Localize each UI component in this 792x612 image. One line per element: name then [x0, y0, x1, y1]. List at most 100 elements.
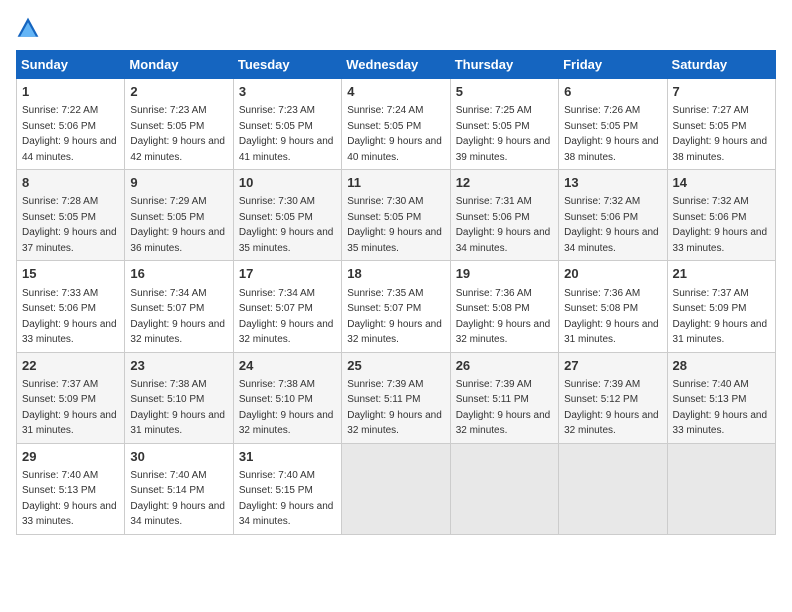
header-friday: Friday [559, 51, 667, 79]
day-detail: Sunrise: 7:23 AMSunset: 5:05 PMDaylight:… [130, 105, 225, 163]
day-detail: Sunrise: 7:37 AMSunset: 5:09 PMDaylight:… [673, 288, 768, 346]
calendar-cell: 20 Sunrise: 7:36 AMSunset: 5:08 PMDayligh… [559, 261, 667, 352]
calendar-cell: 7 Sunrise: 7:27 AMSunset: 5:05 PMDaylight… [667, 79, 775, 170]
day-number: 11 [347, 174, 444, 192]
day-detail: Sunrise: 7:29 AMSunset: 5:05 PMDaylight:… [130, 196, 225, 254]
calendar-cell: 2Sunrise: 7:23 AMSunset: 5:05 PMDaylight… [125, 79, 233, 170]
day-detail: Sunrise: 7:40 AMSunset: 5:15 PMDaylight:… [239, 470, 334, 528]
calendar-cell [450, 443, 558, 534]
day-number: 14 [673, 174, 770, 192]
day-detail: Sunrise: 7:35 AMSunset: 5:07 PMDaylight:… [347, 288, 442, 346]
calendar-cell: 13 Sunrise: 7:32 AMSunset: 5:06 PMDayligh… [559, 170, 667, 261]
day-detail: Sunrise: 7:40 AMSunset: 5:13 PMDaylight:… [673, 379, 768, 437]
calendar-cell: 30 Sunrise: 7:40 AMSunset: 5:14 PMDayligh… [125, 443, 233, 534]
day-number: 16 [130, 265, 227, 283]
calendar-cell: 22 Sunrise: 7:37 AMSunset: 5:09 PMDayligh… [17, 352, 125, 443]
day-number: 26 [456, 357, 553, 375]
day-number: 18 [347, 265, 444, 283]
day-number: 1 [22, 83, 119, 101]
day-detail: Sunrise: 7:36 AMSunset: 5:08 PMDaylight:… [564, 288, 659, 346]
header-wednesday: Wednesday [342, 51, 450, 79]
day-detail: Sunrise: 7:30 AMSunset: 5:05 PMDaylight:… [239, 196, 334, 254]
calendar-row: 22 Sunrise: 7:37 AMSunset: 5:09 PMDayligh… [17, 352, 776, 443]
page-header [16, 16, 776, 40]
calendar-cell [559, 443, 667, 534]
calendar-row: 15 Sunrise: 7:33 AMSunset: 5:06 PMDayligh… [17, 261, 776, 352]
calendar-cell: 19Sunrise: 7:36 AMSunset: 5:08 PMDayligh… [450, 261, 558, 352]
day-detail: Sunrise: 7:38 AMSunset: 5:10 PMDaylight:… [239, 379, 334, 437]
calendar-cell: 25 Sunrise: 7:39 AMSunset: 5:11 PMDayligh… [342, 352, 450, 443]
weekday-header-row: Sunday Monday Tuesday Wednesday Thursday… [17, 51, 776, 79]
day-number: 15 [22, 265, 119, 283]
calendar-cell: 21Sunrise: 7:37 AMSunset: 5:09 PMDayligh… [667, 261, 775, 352]
day-detail: Sunrise: 7:39 AMSunset: 5:11 PMDaylight:… [456, 379, 551, 437]
header-tuesday: Tuesday [233, 51, 341, 79]
day-number: 12 [456, 174, 553, 192]
day-number: 7 [673, 83, 770, 101]
day-detail: Sunrise: 7:23 AMSunset: 5:05 PMDaylight:… [239, 105, 334, 163]
calendar-cell: 15 Sunrise: 7:33 AMSunset: 5:06 PMDayligh… [17, 261, 125, 352]
calendar-cell: 6 Sunrise: 7:26 AMSunset: 5:05 PMDaylight… [559, 79, 667, 170]
day-detail: Sunrise: 7:33 AMSunset: 5:06 PMDaylight:… [22, 288, 117, 346]
day-detail: Sunrise: 7:25 AMSunset: 5:05 PMDaylight:… [456, 105, 551, 163]
day-number: 30 [130, 448, 227, 466]
calendar-cell: 9 Sunrise: 7:29 AMSunset: 5:05 PMDaylight… [125, 170, 233, 261]
calendar-cell: 11 Sunrise: 7:30 AMSunset: 5:05 PMDayligh… [342, 170, 450, 261]
day-detail: Sunrise: 7:27 AMSunset: 5:05 PMDaylight:… [673, 105, 768, 163]
calendar-cell: 23Sunrise: 7:38 AMSunset: 5:10 PMDayligh… [125, 352, 233, 443]
day-detail: Sunrise: 7:28 AMSunset: 5:05 PMDaylight:… [22, 196, 117, 254]
day-detail: Sunrise: 7:26 AMSunset: 5:05 PMDaylight:… [564, 105, 659, 163]
logo-icon [16, 16, 40, 40]
header-thursday: Thursday [450, 51, 558, 79]
day-number: 13 [564, 174, 661, 192]
calendar-cell: 14 Sunrise: 7:32 AMSunset: 5:06 PMDayligh… [667, 170, 775, 261]
day-detail: Sunrise: 7:34 AMSunset: 5:07 PMDaylight:… [239, 288, 334, 346]
day-detail: Sunrise: 7:32 AMSunset: 5:06 PMDaylight:… [673, 196, 768, 254]
calendar-cell: 17 Sunrise: 7:34 AMSunset: 5:07 PMDayligh… [233, 261, 341, 352]
day-detail: Sunrise: 7:24 AMSunset: 5:05 PMDaylight:… [347, 105, 442, 163]
calendar-cell: 28Sunrise: 7:40 AMSunset: 5:13 PMDayligh… [667, 352, 775, 443]
day-number: 20 [564, 265, 661, 283]
day-detail: Sunrise: 7:38 AMSunset: 5:10 PMDaylight:… [130, 379, 225, 437]
day-number: 17 [239, 265, 336, 283]
calendar-cell: 1Sunrise: 7:22 AMSunset: 5:06 PMDaylight… [17, 79, 125, 170]
day-number: 24 [239, 357, 336, 375]
day-number: 27 [564, 357, 661, 375]
calendar-cell [342, 443, 450, 534]
day-number: 6 [564, 83, 661, 101]
day-number: 9 [130, 174, 227, 192]
day-detail: Sunrise: 7:30 AMSunset: 5:05 PMDaylight:… [347, 196, 442, 254]
calendar-table: Sunday Monday Tuesday Wednesday Thursday… [16, 50, 776, 535]
calendar-cell: 27 Sunrise: 7:39 AMSunset: 5:12 PMDayligh… [559, 352, 667, 443]
calendar-cell [667, 443, 775, 534]
header-sunday: Sunday [17, 51, 125, 79]
calendar-cell: 16 Sunrise: 7:34 AMSunset: 5:07 PMDayligh… [125, 261, 233, 352]
day-number: 22 [22, 357, 119, 375]
day-number: 31 [239, 448, 336, 466]
day-detail: Sunrise: 7:34 AMSunset: 5:07 PMDaylight:… [130, 288, 225, 346]
day-number: 29 [22, 448, 119, 466]
day-number: 5 [456, 83, 553, 101]
calendar-cell: 18 Sunrise: 7:35 AMSunset: 5:07 PMDayligh… [342, 261, 450, 352]
logo [16, 16, 44, 40]
day-number: 19 [456, 265, 553, 283]
calendar-cell: 12Sunrise: 7:31 AMSunset: 5:06 PMDayligh… [450, 170, 558, 261]
header-monday: Monday [125, 51, 233, 79]
calendar-row: 1Sunrise: 7:22 AMSunset: 5:06 PMDaylight… [17, 79, 776, 170]
calendar-cell: 10Sunrise: 7:30 AMSunset: 5:05 PMDayligh… [233, 170, 341, 261]
day-detail: Sunrise: 7:40 AMSunset: 5:14 PMDaylight:… [130, 470, 225, 528]
calendar-cell: 24 Sunrise: 7:38 AMSunset: 5:10 PMDayligh… [233, 352, 341, 443]
day-number: 8 [22, 174, 119, 192]
day-detail: Sunrise: 7:39 AMSunset: 5:11 PMDaylight:… [347, 379, 442, 437]
day-detail: Sunrise: 7:39 AMSunset: 5:12 PMDaylight:… [564, 379, 659, 437]
day-detail: Sunrise: 7:37 AMSunset: 5:09 PMDaylight:… [22, 379, 117, 437]
calendar-cell: 8 Sunrise: 7:28 AMSunset: 5:05 PMDaylight… [17, 170, 125, 261]
calendar-cell: 31 Sunrise: 7:40 AMSunset: 5:15 PMDayligh… [233, 443, 341, 534]
day-detail: Sunrise: 7:32 AMSunset: 5:06 PMDaylight:… [564, 196, 659, 254]
calendar-cell: 5 Sunrise: 7:25 AMSunset: 5:05 PMDaylight… [450, 79, 558, 170]
day-number: 25 [347, 357, 444, 375]
calendar-cell: 3 Sunrise: 7:23 AMSunset: 5:05 PMDaylight… [233, 79, 341, 170]
calendar-cell: 29Sunrise: 7:40 AMSunset: 5:13 PMDayligh… [17, 443, 125, 534]
calendar-cell: 26 Sunrise: 7:39 AMSunset: 5:11 PMDayligh… [450, 352, 558, 443]
day-number: 3 [239, 83, 336, 101]
